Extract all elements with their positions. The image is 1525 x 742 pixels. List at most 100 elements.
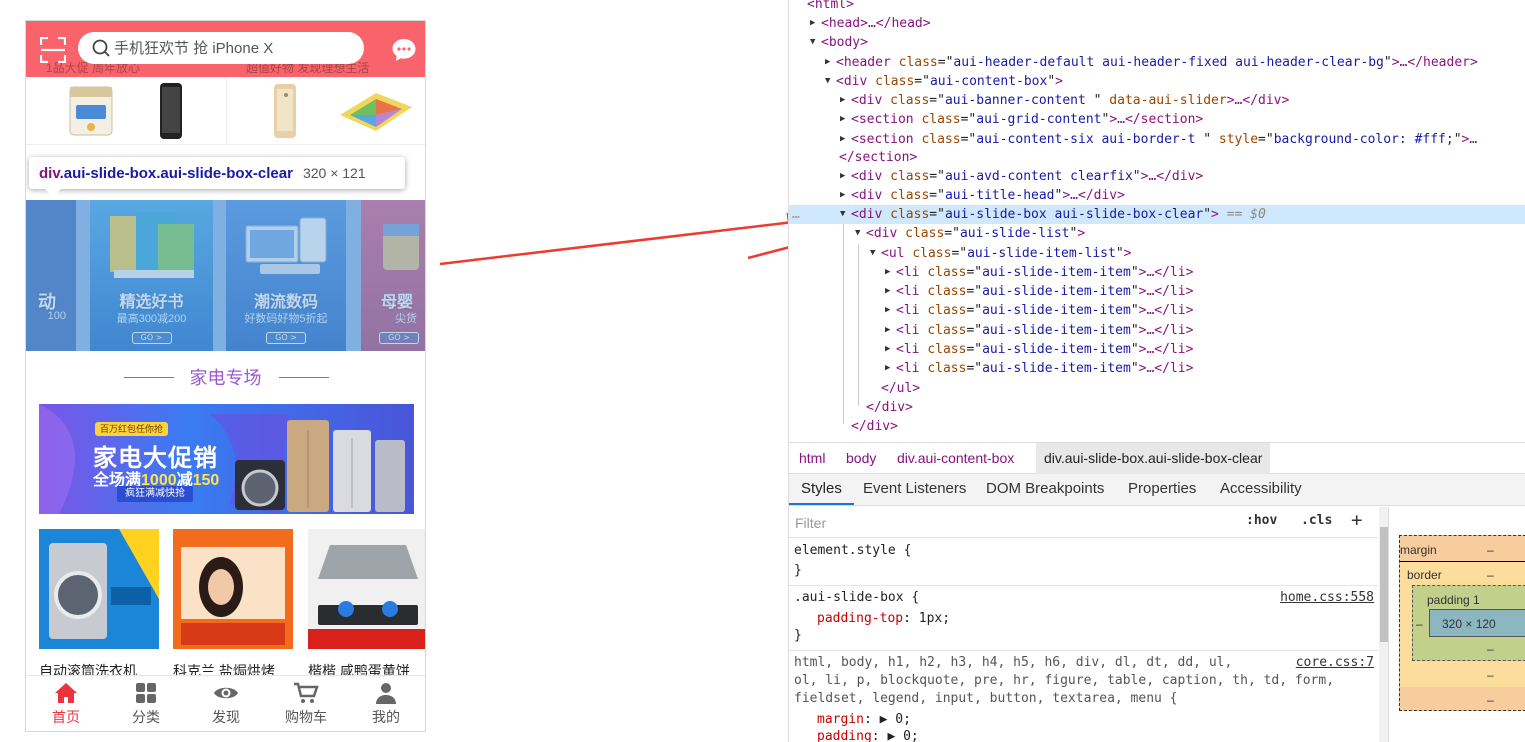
dom-node[interactable]: ▶ <section class="aui-content-six aui-bor…	[789, 130, 1525, 149]
grid-icon	[136, 683, 156, 703]
collapse-triangle-icon[interactable]: ▼	[855, 224, 865, 243]
expand-triangle-icon[interactable]: ▶	[885, 321, 895, 340]
play-mat-image[interactable]	[336, 85, 416, 137]
cls-toggle[interactable]: .cls	[1301, 513, 1332, 528]
styles-scrollbar[interactable]	[1379, 507, 1388, 742]
tab-label: 发现	[212, 709, 240, 725]
search-bar[interactable]	[78, 32, 364, 64]
dom-node[interactable]: ▶ <li class="aui-slide-item-item">…</li>	[789, 359, 1525, 378]
tab-event-listeners[interactable]: Event Listeners	[863, 474, 966, 505]
expand-triangle-icon[interactable]: ▶	[810, 14, 820, 33]
dom-node[interactable]: ▼ <body>	[789, 33, 1525, 52]
style-declaration[interactable]: padding: ▶ 0;	[817, 728, 919, 742]
rule-source-link[interactable]: home.css:558	[1280, 589, 1374, 607]
expand-triangle-icon[interactable]: ▶	[885, 263, 895, 282]
slide-box[interactable]: 动 100 精选好书 最高300减200 GO > 潮流数码 好数码好物5折起 …	[26, 200, 425, 351]
tab-label: 首页	[52, 709, 80, 725]
slide-item-1[interactable]: 动 100	[26, 200, 76, 351]
dom-node[interactable]: </div>	[789, 398, 1525, 417]
appliance-banner[interactable]: 百万红包任你抢 家电大促销 全场满1000减150 疯狂满减快抢	[39, 404, 414, 514]
message-icon[interactable]	[391, 37, 417, 63]
styles-pane: Filter :hov .cls + element.style { } .au…	[789, 507, 1389, 742]
dom-node[interactable]: ▶ <div class="aui-title-head">…</div>	[789, 186, 1525, 205]
expand-triangle-icon[interactable]: ▶	[840, 110, 850, 129]
tab-home[interactable]: 首页	[26, 676, 106, 731]
dom-node[interactable]: ▶ <head>…</head>	[789, 14, 1525, 33]
new-rule-plus-icon[interactable]: +	[1351, 509, 1362, 531]
expand-triangle-icon[interactable]: ▶	[840, 186, 850, 205]
milk-can-image[interactable]	[66, 83, 116, 139]
collapse-triangle-icon[interactable]: ▼	[810, 33, 820, 52]
scan-icon[interactable]	[40, 37, 66, 63]
tv-promo-image	[173, 529, 293, 649]
tab-cart[interactable]: 购物车	[266, 676, 346, 731]
dom-node[interactable]: ▶ <header class="aui-header-default aui-h…	[789, 53, 1525, 72]
style-declaration[interactable]: padding-top: 1px;	[817, 610, 950, 628]
dom-node[interactable]: <html>	[789, 0, 1525, 14]
dom-node[interactable]: </div>	[789, 417, 1525, 436]
dom-node[interactable]: ▶ <li class="aui-slide-item-item">…</li>	[789, 301, 1525, 320]
slide-item-4[interactable]: 母婴 尖货 GO >	[361, 200, 425, 351]
expand-triangle-icon[interactable]: ▶	[885, 282, 895, 301]
product-card[interactable]: 楷楷 咸鸭蛋黄饼	[308, 529, 425, 681]
dom-node[interactable]: ▼ <div class="aui-content-box">	[789, 72, 1525, 91]
tab-category[interactable]: 分类	[106, 676, 186, 731]
cart-icon	[294, 682, 319, 703]
app-header: 1品大促 周年放心 超值好物 发现理想生活	[26, 21, 425, 77]
expand-triangle-icon[interactable]: ▶	[885, 359, 895, 378]
breadcrumb: html body div.aui-content-box div.aui-sl…	[789, 442, 1525, 474]
expand-triangle-icon[interactable]: ▶	[840, 130, 850, 149]
tab-properties[interactable]: Properties	[1128, 474, 1196, 505]
scrollbar-thumb[interactable]	[1380, 527, 1388, 642]
style-declaration[interactable]: margin: ▶ 0;	[817, 711, 911, 729]
washing-machine-image	[39, 529, 159, 649]
rule-source-link[interactable]: core.css:7	[1296, 654, 1374, 672]
slide-go-button[interactable]: GO >	[379, 332, 419, 344]
slide-go-button[interactable]: GO >	[131, 332, 172, 344]
slide-go-button[interactable]: GO >	[266, 332, 306, 344]
expand-triangle-icon[interactable]: ▶	[840, 167, 850, 186]
tab-discover[interactable]: 发现	[186, 676, 266, 731]
promo-divider	[226, 77, 227, 145]
dom-node[interactable]: ▶ <li class="aui-slide-item-item">…</li>	[789, 321, 1525, 340]
dom-node[interactable]: ▶ <section class="aui-grid-content">…</se…	[789, 110, 1525, 129]
dom-node[interactable]: </ul>	[789, 379, 1525, 398]
tooltip-classes: .aui-slide-box.aui-slide-box-clear	[59, 165, 293, 182]
expand-triangle-icon[interactable]: ▶	[885, 340, 895, 359]
dom-node[interactable]: ▶ <li class="aui-slide-item-item">…</li>	[789, 263, 1525, 282]
collapse-triangle-icon[interactable]: ▼	[840, 205, 850, 224]
dom-node[interactable]: ▶ <div class="aui-avd-content clearfix">……	[789, 167, 1525, 186]
banner-button[interactable]: 疯狂满减快抢	[117, 486, 193, 502]
collapse-triangle-icon[interactable]: ▼	[825, 72, 835, 91]
dom-node[interactable]: ▼ <div class="aui-slide-list">	[789, 224, 1525, 243]
dom-node[interactable]: </section>	[789, 148, 1525, 167]
tooltip-size: 320 × 121	[302, 165, 366, 181]
expand-triangle-icon[interactable]: ▶	[885, 301, 895, 320]
breadcrumb-item[interactable]: html	[791, 443, 833, 474]
hov-toggle[interactable]: :hov	[1246, 513, 1277, 528]
dom-node[interactable]: ▶ <li class="aui-slide-item-item">…</li>	[789, 340, 1525, 359]
dom-node[interactable]: ▼ <ul class="aui-slide-item-list">	[789, 244, 1525, 263]
slide-item-2[interactable]: 精选好书 最高300减200 GO >	[90, 200, 213, 351]
product-card[interactable]: 自动滚筒洗衣机	[39, 529, 159, 681]
phone-image[interactable]	[154, 82, 188, 140]
tab-styles[interactable]: Styles	[789, 474, 854, 505]
product-card[interactable]: 科克兰 盐焗烘烤	[173, 529, 293, 681]
collapse-triangle-icon[interactable]: ▼	[870, 244, 880, 263]
dom-node[interactable]: ▶ <div class="aui-banner-content " data-a…	[789, 91, 1525, 110]
tab-accessibility[interactable]: Accessibility	[1220, 474, 1302, 505]
expand-triangle-icon[interactable]: ▶	[840, 91, 850, 110]
breadcrumb-item[interactable]: div.aui-content-box	[889, 443, 1022, 474]
breadcrumb-item-current[interactable]: div.aui-slide-box.aui-slide-box-clear	[1036, 443, 1271, 474]
tab-dom-breakpoints[interactable]: DOM Breakpoints	[986, 474, 1104, 505]
search-input[interactable]	[114, 32, 354, 64]
expand-triangle-icon[interactable]: ▶	[825, 53, 835, 72]
tab-mine[interactable]: 我的	[346, 676, 425, 731]
slide-item-3[interactable]: 潮流数码 好数码好物5折起 GO >	[226, 200, 346, 351]
breadcrumb-item[interactable]: body	[838, 443, 884, 474]
dom-node[interactable]: ▶ <li class="aui-slide-item-item">…</li>	[789, 282, 1525, 301]
gold-phone-image[interactable]	[266, 82, 306, 140]
dom-node-selected[interactable]: … ▼ <div class="aui-slide-box aui-slide-bo…	[789, 205, 1525, 224]
filter-input[interactable]: Filter	[793, 511, 1243, 535]
title-line-right	[279, 377, 329, 378]
